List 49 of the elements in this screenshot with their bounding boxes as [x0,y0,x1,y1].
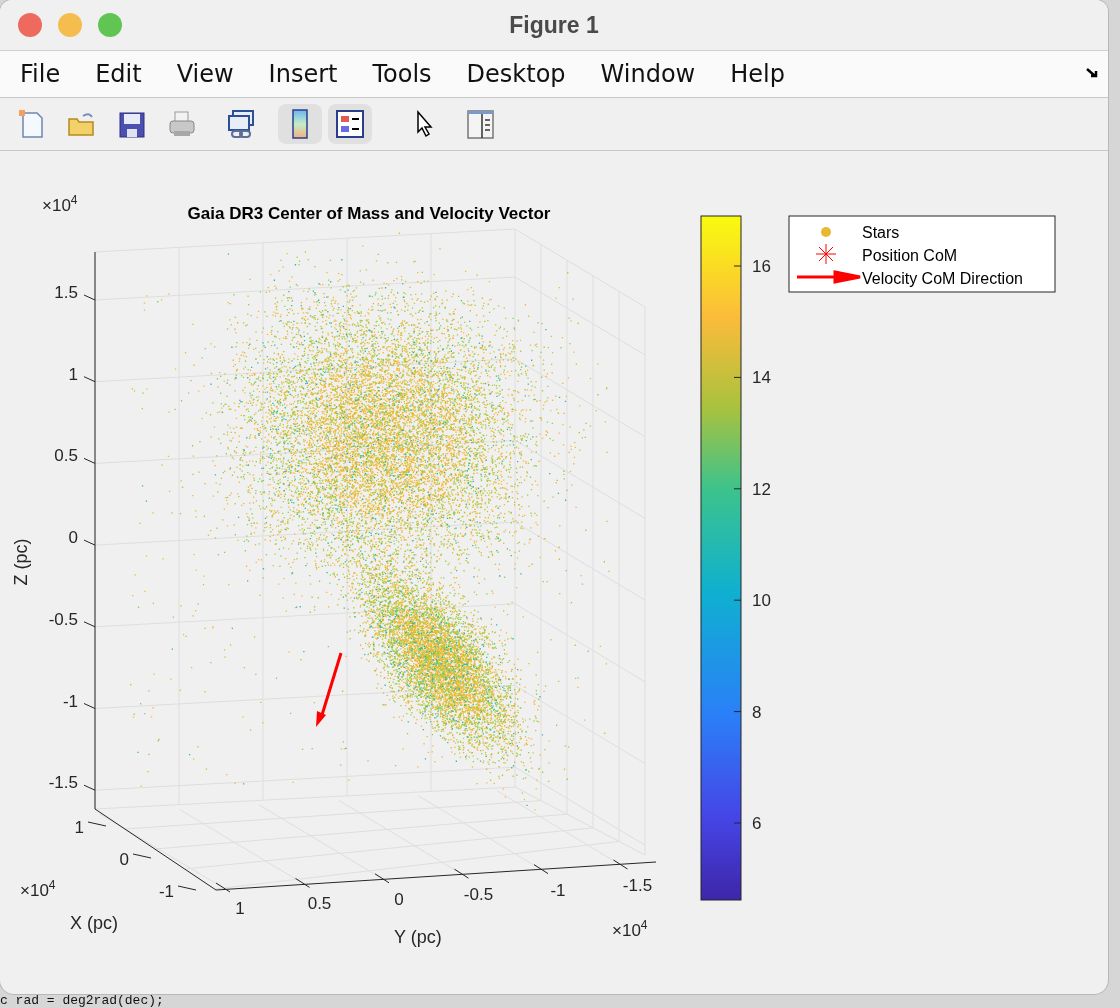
legend-label: Position CoM [862,247,958,264]
tick-label: 0 [68,528,78,548]
colorbar-tick-label: 12 [752,479,771,499]
menu-item[interactable]: Desktop [466,60,566,88]
legend-icon [333,107,367,141]
tick-label: 1.5 [54,283,78,302]
axis-label: Y (pc) [394,927,442,947]
tick-label: 1 [68,364,78,384]
colorbar-tick-label: 6 [752,814,762,833]
tick-label: -1 [62,691,78,711]
tick-label: 0 [394,889,404,909]
code-line: c rad = deg2rad(dec); [0,994,164,1008]
menu-item[interactable]: Help [730,60,785,88]
tick-label: -1.5 [48,773,78,793]
exponent-label: ×10$^{4}$ [42,193,78,215]
colorbar-tick-label: 10 [752,591,771,611]
colorbar-tick-label: 14 [752,368,771,388]
tick-label: 0.5 [54,446,78,466]
colorbar-tick-label: 16 [752,257,771,276]
menu-item[interactable]: File [20,60,61,88]
menu-item[interactable]: View [176,60,234,88]
close-button[interactable] [18,13,42,37]
tick-label: -1 [550,880,566,900]
legend-label: Velocity CoM Direction [862,270,1023,287]
axis-label: Z (pc) [11,538,31,586]
tick-label: -1 [158,882,174,901]
tick-label: 1 [74,818,84,837]
tick-label: 0 [119,850,129,869]
window-title: Figure 1 [509,11,599,39]
axis-label: X (pc) [70,913,118,933]
menu-item[interactable]: Window [600,60,696,88]
marker-icon [821,227,831,237]
exponent-label: ×10$^{4}$ [20,878,56,900]
menu-item[interactable]: Edit [95,60,142,88]
tick-label: -1.5 [622,876,653,895]
arrow-icon [795,270,862,284]
legend-tool-button[interactable] [328,104,372,144]
asterisk-icon [815,243,837,265]
menu-item[interactable]: Insert [268,60,338,88]
colorbar-tick-label: 8 [752,702,762,722]
exponent-label: ×10$^{4}$ [612,918,648,940]
tick-label: -0.5 [463,885,494,905]
tick-label: -0.5 [48,609,78,629]
legend-label: Stars [862,224,900,241]
menu-item[interactable]: Tools [372,60,432,88]
colorbar-tool-button[interactable] [278,104,322,144]
tick-label: 0.5 [307,894,332,914]
tick-label: 1 [235,899,245,918]
plot-title: Gaia DR3 Center of Mass and Velocity Vector [187,204,551,223]
